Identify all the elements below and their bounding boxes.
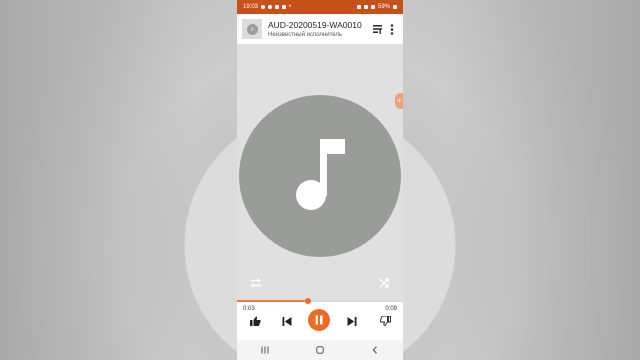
music-note-icon: ♪ bbox=[246, 23, 258, 35]
seek-bar[interactable] bbox=[237, 298, 403, 304]
thumbs-up-icon bbox=[249, 316, 261, 326]
recent-apps-button[interactable] bbox=[261, 341, 269, 359]
video-icon bbox=[282, 5, 287, 9]
back-icon bbox=[372, 346, 378, 354]
shuffle-button[interactable] bbox=[378, 276, 390, 288]
battery-level: 59% bbox=[377, 4, 390, 10]
player-header: ♪ AUD-20200519-WA0010 Неизвестный исполн… bbox=[237, 14, 403, 44]
album-thumbnail[interactable]: ♪ bbox=[242, 19, 262, 39]
recent-apps-icon bbox=[261, 346, 269, 354]
wifi-icon bbox=[363, 5, 368, 9]
queue-button[interactable] bbox=[371, 19, 385, 39]
artwork-area: + bbox=[237, 44, 403, 300]
status-time: 19:03 bbox=[243, 4, 259, 10]
pause-icon bbox=[315, 315, 323, 325]
more-options-button[interactable] bbox=[385, 19, 399, 39]
more-vert-icon bbox=[390, 23, 394, 35]
next-button[interactable] bbox=[345, 314, 359, 328]
battery-icon bbox=[393, 5, 397, 9]
track-artist: Неизвестный исполнитель bbox=[268, 32, 343, 38]
signal-icon bbox=[370, 5, 375, 9]
status-bar: 19:03 • 59% bbox=[237, 0, 403, 14]
playback-controls: 0:03 0:09 bbox=[237, 298, 403, 340]
current-time: 0:03 bbox=[243, 306, 255, 312]
track-title: AUD-20200519-WA0010 bbox=[268, 20, 362, 30]
notification-icon bbox=[261, 5, 266, 9]
thumbs-down-icon bbox=[379, 316, 391, 326]
mute-icon bbox=[356, 5, 361, 9]
repeat-button[interactable] bbox=[250, 276, 262, 288]
dot-separator: • bbox=[289, 4, 292, 10]
like-button[interactable] bbox=[248, 314, 262, 328]
album-art bbox=[239, 95, 401, 257]
pause-button[interactable] bbox=[308, 309, 330, 331]
phone-screen: 19:03 • 59% ♪ AUD-20200519-WA0010 Неизве… bbox=[237, 0, 403, 360]
home-button[interactable] bbox=[316, 341, 324, 359]
previous-button[interactable] bbox=[280, 314, 294, 328]
seek-bar-fill bbox=[237, 300, 309, 302]
seek-bar-thumb[interactable] bbox=[305, 298, 312, 304]
skip-next-icon bbox=[347, 316, 357, 326]
track-info[interactable]: AUD-20200519-WA0010 Неизвестный исполнит… bbox=[268, 20, 371, 38]
total-time: 0:09 bbox=[385, 306, 397, 312]
music-note-icon bbox=[296, 139, 345, 210]
shuffle-icon bbox=[379, 278, 389, 288]
back-button[interactable] bbox=[371, 341, 379, 359]
notification-icon bbox=[268, 5, 273, 9]
skip-previous-icon bbox=[282, 316, 292, 326]
system-nav-bar bbox=[237, 340, 403, 360]
queue-icon bbox=[373, 24, 382, 34]
home-icon bbox=[316, 346, 324, 354]
repeat-icon bbox=[251, 278, 261, 288]
dislike-button[interactable] bbox=[378, 314, 392, 328]
download-icon bbox=[275, 5, 280, 9]
